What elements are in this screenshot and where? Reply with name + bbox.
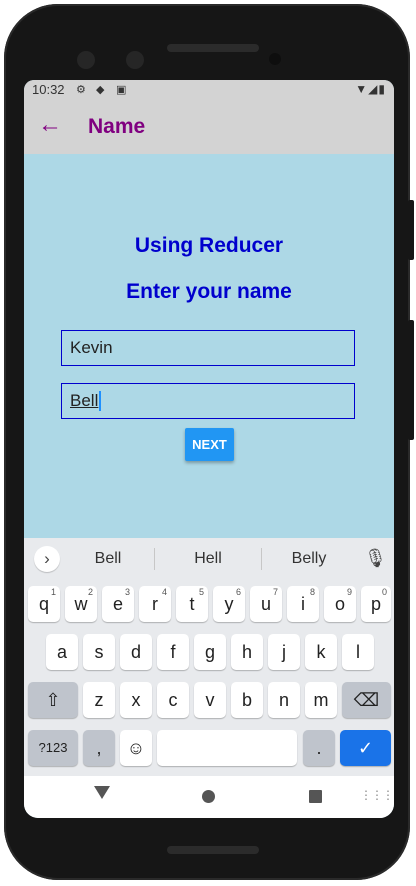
enter-name-heading: Enter your name	[126, 280, 292, 303]
power-button	[408, 200, 414, 260]
status-right-icons: ▼◢▮	[355, 82, 386, 96]
nav-recents-icon[interactable]	[309, 790, 322, 803]
keyboard-switch-icon[interactable]: ⋮⋮⋮	[360, 788, 394, 802]
suggestion-3[interactable]: Belly	[269, 550, 349, 568]
key-t[interactable]: t5	[176, 586, 208, 622]
suggestion-divider	[261, 548, 262, 570]
key-number: 0	[381, 587, 387, 597]
suggestion-strip: › Bell Hell Belly 🎙	[24, 538, 394, 580]
key-number: 7	[272, 587, 278, 597]
app-header: ← Name	[24, 100, 394, 154]
first-name-value: Kevin	[70, 338, 113, 357]
key-x[interactable]: x	[120, 682, 152, 718]
key-v[interactable]: v	[194, 682, 226, 718]
key-label: p	[370, 594, 381, 614]
key-l[interactable]: l	[342, 634, 374, 670]
key-number: 6	[235, 587, 241, 597]
battery-icon: ▮	[378, 82, 386, 96]
key-q[interactable]: q1	[28, 586, 60, 622]
key-label: e	[112, 594, 123, 614]
status-bar: 10:32 ⚙ ◆ ▣ ▼◢▮	[24, 80, 394, 100]
reducer-heading: Using Reducer	[134, 234, 284, 257]
key-d[interactable]: d	[120, 634, 152, 670]
earpiece-speaker	[167, 44, 259, 52]
next-button[interactable]: NEXT	[185, 428, 234, 461]
symbols-key[interactable]: ?123	[28, 730, 78, 766]
key-g[interactable]: g	[194, 634, 226, 670]
key-u[interactable]: u7	[250, 586, 282, 622]
front-camera	[126, 51, 144, 69]
soft-keyboard: › Bell Hell Belly 🎙 q1 w2 e3 r4 t5 y6 u7…	[24, 538, 394, 776]
front-camera-lens	[269, 53, 281, 65]
key-number: 9	[346, 587, 352, 597]
space-bar[interactable]	[157, 730, 297, 766]
key-z[interactable]: z	[83, 682, 115, 718]
key-o[interactable]: o9	[324, 586, 356, 622]
key-w[interactable]: w2	[65, 586, 97, 622]
nav-back-icon[interactable]	[94, 786, 110, 799]
screen: 10:32 ⚙ ◆ ▣ ▼◢▮ ← Name Using Reducer Ent…	[24, 80, 394, 818]
suggestion-1[interactable]: Bell	[68, 550, 148, 568]
location-a-icon: ◆	[96, 84, 105, 96]
period-key[interactable]: .	[303, 730, 335, 766]
bottom-speaker	[167, 846, 259, 854]
arrow-left-icon[interactable]: ←	[38, 111, 62, 139]
key-i[interactable]: i8	[287, 586, 319, 622]
suggestion-2[interactable]: Hell	[168, 550, 248, 568]
key-s[interactable]: s	[83, 634, 115, 670]
key-p[interactable]: p0	[361, 586, 391, 622]
key-y[interactable]: y6	[213, 586, 245, 622]
key-label: y	[224, 594, 234, 614]
notification-a-icon: ▣	[116, 84, 127, 96]
signal-icon: ◢	[368, 82, 379, 96]
gear-icon: ⚙	[76, 84, 86, 96]
key-label: q	[38, 594, 49, 614]
volume-button	[408, 320, 414, 440]
last-name-value: Bell	[70, 391, 99, 410]
backspace-icon[interactable]: ⌫	[342, 682, 391, 718]
comma-key[interactable]: ,	[83, 730, 115, 766]
key-label: w	[74, 594, 88, 614]
key-a[interactable]: a	[46, 634, 78, 670]
key-r[interactable]: r4	[139, 586, 171, 622]
key-label: r	[152, 594, 158, 614]
suggestion-divider	[154, 548, 155, 570]
key-k[interactable]: k	[305, 634, 337, 670]
last-name-input[interactable]: Bell	[61, 383, 355, 419]
chevron-right-icon[interactable]: ›	[34, 546, 60, 572]
key-number: 1	[50, 587, 56, 597]
key-label: i	[301, 594, 305, 614]
enter-check-icon[interactable]: ✓	[340, 730, 391, 766]
key-label: t	[189, 594, 195, 614]
key-b[interactable]: b	[231, 682, 263, 718]
key-label: o	[334, 594, 345, 614]
key-number: 5	[198, 587, 204, 597]
key-label: u	[260, 594, 271, 614]
key-number: 4	[161, 587, 167, 597]
front-sensor	[77, 51, 95, 69]
key-number: 8	[309, 587, 315, 597]
key-m[interactable]: m	[305, 682, 337, 718]
text-cursor	[99, 391, 102, 411]
key-e[interactable]: e3	[102, 586, 134, 622]
shift-icon[interactable]: ⇧	[28, 682, 78, 718]
page-title: Name	[88, 115, 146, 138]
key-h[interactable]: h	[231, 634, 263, 670]
first-name-input[interactable]: Kevin	[61, 330, 355, 366]
nav-home-icon[interactable]	[202, 790, 215, 803]
key-c[interactable]: c	[157, 682, 189, 718]
emoji-icon[interactable]: ☺	[120, 730, 152, 766]
navigation-bar: ⋮⋮⋮	[24, 776, 394, 818]
key-number: 2	[87, 587, 93, 597]
key-number: 3	[124, 587, 130, 597]
status-time: 10:32	[32, 82, 65, 97]
key-j[interactable]: j	[268, 634, 300, 670]
key-n[interactable]: n	[268, 682, 300, 718]
wifi-icon: ▼	[355, 82, 369, 96]
key-f[interactable]: f	[157, 634, 189, 670]
mic-icon[interactable]: 🎙	[364, 548, 387, 569]
